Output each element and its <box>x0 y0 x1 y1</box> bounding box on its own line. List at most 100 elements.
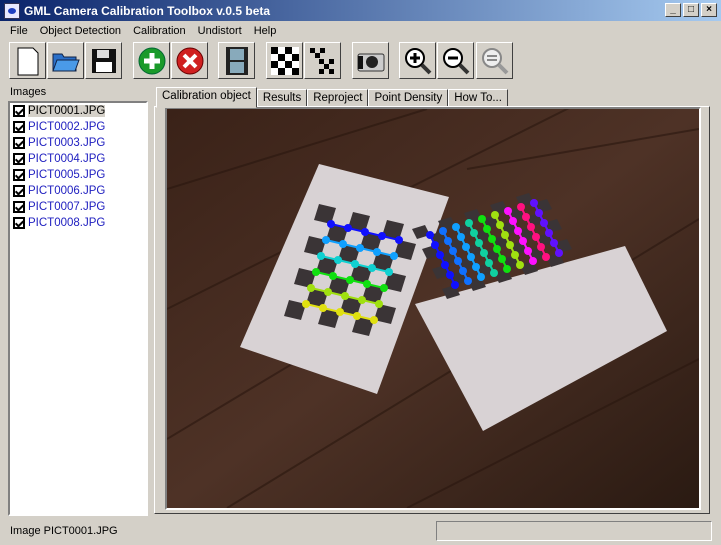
calibration-image-view[interactable] <box>165 107 701 510</box>
corner-point <box>503 265 511 273</box>
corner-point <box>488 235 496 243</box>
zoom-in-button[interactable] <box>399 42 436 79</box>
corner-point <box>514 227 522 235</box>
corner-point <box>457 233 465 241</box>
menu-file[interactable]: File <box>4 25 34 37</box>
image-list-item[interactable]: PICT0001.JPG <box>10 103 146 119</box>
close-button[interactable]: × <box>701 3 717 17</box>
images-label: Images <box>10 86 47 98</box>
checkbox[interactable] <box>13 217 25 229</box>
file-name: PICT0008.JPG <box>28 217 106 229</box>
corner-point <box>370 316 378 324</box>
image-list-item[interactable]: PICT0006.JPG <box>10 183 146 199</box>
corner-point <box>341 292 349 300</box>
corner-point <box>446 271 454 279</box>
corner-point <box>346 276 354 284</box>
x-red-icon <box>176 47 203 74</box>
corner-point <box>529 257 537 265</box>
corner-point <box>496 221 504 229</box>
floppy-icon <box>91 48 116 73</box>
checkbox[interactable] <box>13 201 25 213</box>
corner-point <box>532 233 540 241</box>
new-icon <box>17 47 38 75</box>
checkbox[interactable] <box>13 137 25 149</box>
corner-point <box>540 219 548 227</box>
new-button[interactable] <box>9 42 46 79</box>
corner-point <box>324 288 332 296</box>
tab-calibration-object[interactable]: Calibration object <box>156 87 257 108</box>
video-button[interactable] <box>218 42 255 79</box>
corner-point <box>380 284 388 292</box>
file-name: PICT0005.JPG <box>28 169 106 181</box>
film-icon <box>225 46 248 75</box>
corner-point <box>361 228 369 236</box>
folder-open-icon <box>51 53 80 71</box>
corner-point <box>462 243 470 251</box>
checkbox[interactable] <box>13 185 25 197</box>
remove-image-button[interactable] <box>171 42 208 79</box>
corner-point <box>356 244 364 252</box>
zoom-reset-button[interactable] <box>476 42 513 79</box>
file-name: PICT0007.JPG <box>28 201 106 213</box>
checkerboards-icon <box>309 47 334 74</box>
add-image-button[interactable] <box>133 42 170 79</box>
corner-point <box>545 229 553 237</box>
image-list-item[interactable]: PICT0004.JPG <box>10 151 146 167</box>
corner-point <box>501 231 509 239</box>
corner-point <box>467 253 475 261</box>
image-list-item[interactable]: PICT0005.JPG <box>10 167 146 183</box>
image-list-item[interactable]: PICT0003.JPG <box>10 135 146 151</box>
open-button[interactable] <box>47 42 84 79</box>
image-list-item[interactable]: PICT0002.JPG <box>10 119 146 135</box>
corner-point <box>441 261 449 269</box>
toolbar <box>0 41 721 81</box>
corner-point <box>358 296 366 304</box>
checkbox[interactable] <box>13 153 25 165</box>
file-name: PICT0002.JPG <box>28 121 106 133</box>
corner-point <box>555 249 563 257</box>
corner-point <box>385 268 393 276</box>
corner-point <box>517 203 525 211</box>
corner-point <box>550 239 558 247</box>
corner-point <box>307 284 315 292</box>
image-list-item[interactable]: PICT0008.JPG <box>10 215 146 231</box>
window-title: GML Camera Calibration Toolbox v.0.5 bet… <box>24 3 271 18</box>
detect-all-button[interactable] <box>304 42 341 79</box>
corner-point <box>472 263 480 271</box>
file-name: PICT0001.JPG <box>28 105 106 117</box>
corner-point <box>449 247 457 255</box>
zoom-out-button[interactable] <box>437 42 474 79</box>
checkbox[interactable] <box>13 169 25 181</box>
detect-button[interactable] <box>266 42 303 79</box>
checkbox[interactable] <box>13 105 25 117</box>
menu-calibration[interactable]: Calibration <box>127 25 192 37</box>
minimize-button[interactable]: _ <box>665 3 681 17</box>
save-button[interactable] <box>85 42 122 79</box>
maximize-button[interactable]: □ <box>683 3 699 17</box>
corner-point <box>535 209 543 217</box>
menu-help[interactable]: Help <box>248 25 283 37</box>
corner-point <box>395 236 403 244</box>
corner-point <box>485 259 493 267</box>
calibration-photo <box>167 109 699 508</box>
corner-point <box>504 207 512 215</box>
corner-point <box>327 220 335 228</box>
menu-undistort[interactable]: Undistort <box>192 25 248 37</box>
corner-point <box>542 253 550 261</box>
corner-point <box>329 272 337 280</box>
corner-point <box>319 304 327 312</box>
corner-point <box>351 260 359 268</box>
corner-point <box>375 300 383 308</box>
corner-point <box>524 247 532 255</box>
zoom-out-icon <box>442 47 469 74</box>
image-list[interactable]: PICT0001.JPG PICT0002.JPG PICT0003.JPG PICT… <box>8 101 148 516</box>
menu-object-detection[interactable]: Object Detection <box>34 25 127 37</box>
camera-button[interactable] <box>352 42 389 79</box>
corner-point <box>322 236 330 244</box>
corner-point <box>339 240 347 248</box>
camera-icon <box>357 53 384 71</box>
image-list-item[interactable]: PICT0007.JPG <box>10 199 146 215</box>
corner-point <box>390 252 398 260</box>
corner-point <box>537 243 545 251</box>
checkbox[interactable] <box>13 121 25 133</box>
